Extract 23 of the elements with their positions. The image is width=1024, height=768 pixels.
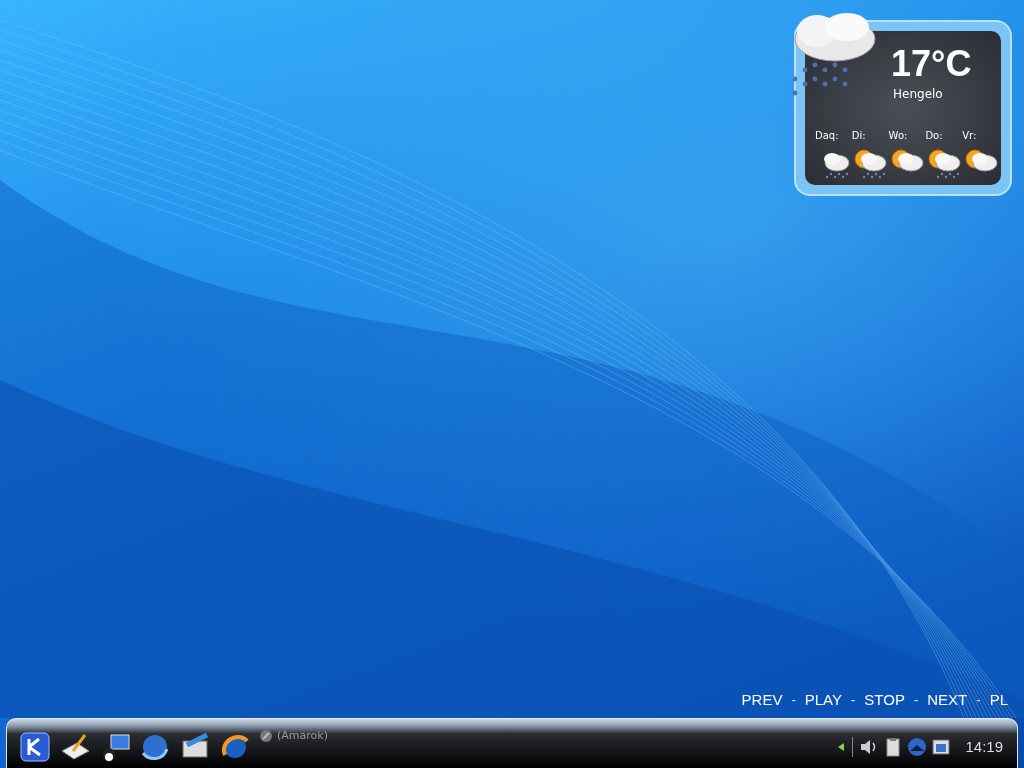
sun-rain-cloud-icon xyxy=(925,147,962,179)
taskbar-task[interactable]: (Amarok) xyxy=(259,728,328,743)
expand-arrow-icon[interactable] xyxy=(838,742,845,751)
separator-text: - xyxy=(976,692,981,707)
day-label: Di: xyxy=(851,130,866,141)
separator-text: - xyxy=(913,692,919,707)
media-control-link[interactable]: NEXT xyxy=(927,691,968,708)
media-control-link[interactable]: PLAY xyxy=(804,691,842,708)
day-label: Do: xyxy=(925,130,943,141)
media-control-link[interactable]: PREV xyxy=(741,691,783,708)
app-icon xyxy=(259,728,273,743)
temperature-text: 17°C xyxy=(891,43,972,85)
separator-text: - xyxy=(791,692,796,707)
separator-text: - xyxy=(851,692,856,707)
media-control-link[interactable]: PL xyxy=(989,691,1008,708)
clock-text: 14:19 xyxy=(965,738,1003,755)
day-label: Daq: xyxy=(815,130,839,141)
city-text: Hengelo xyxy=(893,87,943,101)
sun-rain-cloud-icon xyxy=(852,147,889,179)
day-label: Wo: xyxy=(888,130,908,141)
day-label: Vr: xyxy=(962,130,977,141)
k-menu-icon[interactable] xyxy=(19,730,51,763)
media-control-link[interactable]: STOP xyxy=(864,691,905,708)
